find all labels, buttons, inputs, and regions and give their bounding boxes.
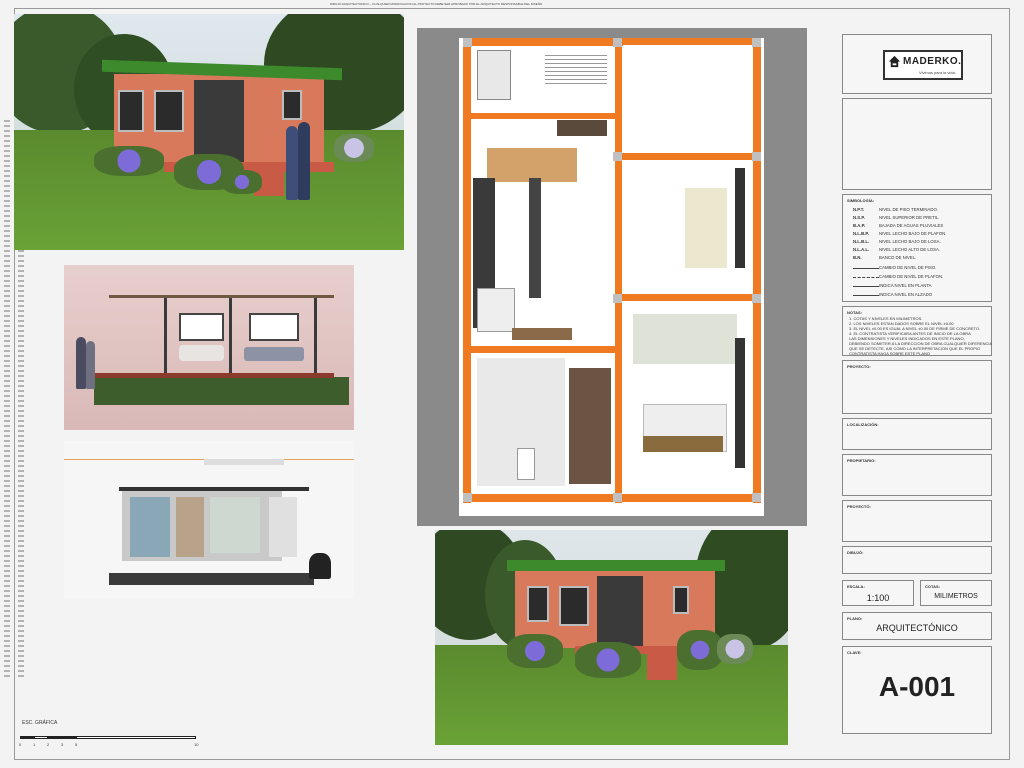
blank-box — [842, 98, 992, 190]
logo-box: MADERKO. Vivimos para la vida. — [842, 34, 992, 94]
cotas-label: COTAS: — [925, 584, 941, 589]
symbology-title: SIMBOLOGÍA: — [847, 198, 875, 203]
graphic-scale: ESC. GRÁFICA 0 1 2 3 5 10 — [18, 720, 203, 750]
logo-text: MADERKO. — [903, 56, 962, 67]
propietario-label: PROPIETARIO: — [847, 458, 876, 463]
render-longitudinal-section — [64, 441, 354, 598]
floor-plan — [417, 28, 807, 526]
plano-value: ARQUITECTÓNICO — [876, 623, 958, 633]
scale-tick: 1 — [33, 742, 36, 747]
notes-box: NOTAS: 1. COTAS Y NIVELES EN MILIMETROS.… — [842, 306, 992, 356]
proyecto2-box: PROYECTÓ: — [842, 500, 992, 542]
scale-tick: 10 — [194, 742, 199, 747]
note-line: CONTRATISTA HAGA SOBRE ESTE PLANO — [849, 351, 930, 356]
propietario-box: PROPIETARIO: — [842, 454, 992, 496]
legend-row: INDICA NIVEL EN ALZADO — [853, 292, 932, 297]
cotas-box: COTAS: MILIMETROS — [920, 580, 992, 606]
clave-value: A-001 — [878, 671, 956, 702]
company-logo: MADERKO. Vivimos para la vida. — [883, 50, 963, 80]
notes-title: NOTAS: — [847, 310, 863, 315]
legend-row: CAMBIO DE NIVEL DE PLAFON. — [853, 274, 943, 279]
proyecto2-label: PROYECTÓ: — [847, 504, 871, 509]
scale-tick: 3 — [61, 742, 64, 747]
scale-tick: 5 — [75, 742, 78, 747]
escala-label: ESCALA: — [847, 584, 865, 589]
scale-segment — [20, 736, 34, 739]
title-block: MADERKO. Vivimos para la vida. SIMBOLOGÍ… — [836, 28, 998, 748]
symbol-row: N.S.P. NIVEL SUPERIOR DE PRETIL. — [853, 215, 940, 220]
symbology-box: SIMBOLOGÍA: N.P.T. NIVEL DE PISO TERMINAD… — [842, 194, 992, 302]
escala-box: ESCALA: 1:100 — [842, 580, 914, 606]
legend-row: INDICA NIVEL EN PLANTA — [853, 283, 932, 288]
symbol-row: N.P.T. NIVEL DE PISO TERMINADO. — [853, 207, 938, 212]
symbol-row: B.A.P. BAJADA DE AGUAS PLUVIALES — [853, 223, 944, 228]
logo-tagline: Vivimos para la vida. — [919, 70, 956, 75]
house-logo-icon — [888, 55, 901, 68]
header-note: DIBUJO ARQUITECTONICO – CUALQUIER MODIFI… — [330, 2, 543, 6]
symbol-row: N.L.A.L. NIVEL LECHO ALTO DE LOSA. — [853, 247, 941, 252]
clave-box: CLAVE: A-001 — [842, 646, 992, 734]
proyecto-label: PROYECTO: — [847, 364, 871, 369]
scale-segment — [34, 736, 48, 739]
scale-title: ESC. GRÁFICA — [22, 720, 58, 726]
localizacion-label: LOCALIZACIÓN: — [847, 422, 879, 427]
scale-segment — [76, 736, 196, 739]
render-section-perspective — [64, 265, 354, 430]
legend-row: CAMBIO DE NIVEL DE PISO. — [853, 265, 936, 270]
scale-tick: 2 — [47, 742, 50, 747]
dibujo-box: DIBUJÓ: — [842, 546, 992, 574]
left-margin-note — [4, 120, 10, 680]
plano-label: PLANO: — [847, 616, 863, 621]
symbol-row: N.L.B.P. NIVEL LECHO BAJO DE PLAFON — [853, 231, 946, 236]
symbol-row: B.N. BANCO DE NIVEL. — [853, 255, 917, 260]
cotas-value: MILIMETROS — [934, 593, 978, 600]
render-exterior-secondary — [435, 530, 788, 745]
render-exterior-main — [14, 14, 404, 250]
dibujo-label: DIBUJÓ: — [847, 550, 864, 555]
proyecto-box: PROYECTO: — [842, 360, 992, 414]
scale-segment — [48, 736, 76, 739]
symbol-row: N.L.B.L. NIVEL LECHO BAJO DE LOSA. — [853, 239, 941, 244]
clave-label: CLAVE: — [847, 650, 862, 655]
scale-tick: 0 — [19, 742, 22, 747]
drawing-sheet: DIBUJO ARQUITECTONICO – CUALQUIER MODIFI… — [0, 0, 1024, 768]
localizacion-box: LOCALIZACIÓN: — [842, 418, 992, 450]
plano-box: PLANO: ARQUITECTÓNICO — [842, 612, 992, 640]
escala-value: 1:100 — [866, 593, 890, 603]
